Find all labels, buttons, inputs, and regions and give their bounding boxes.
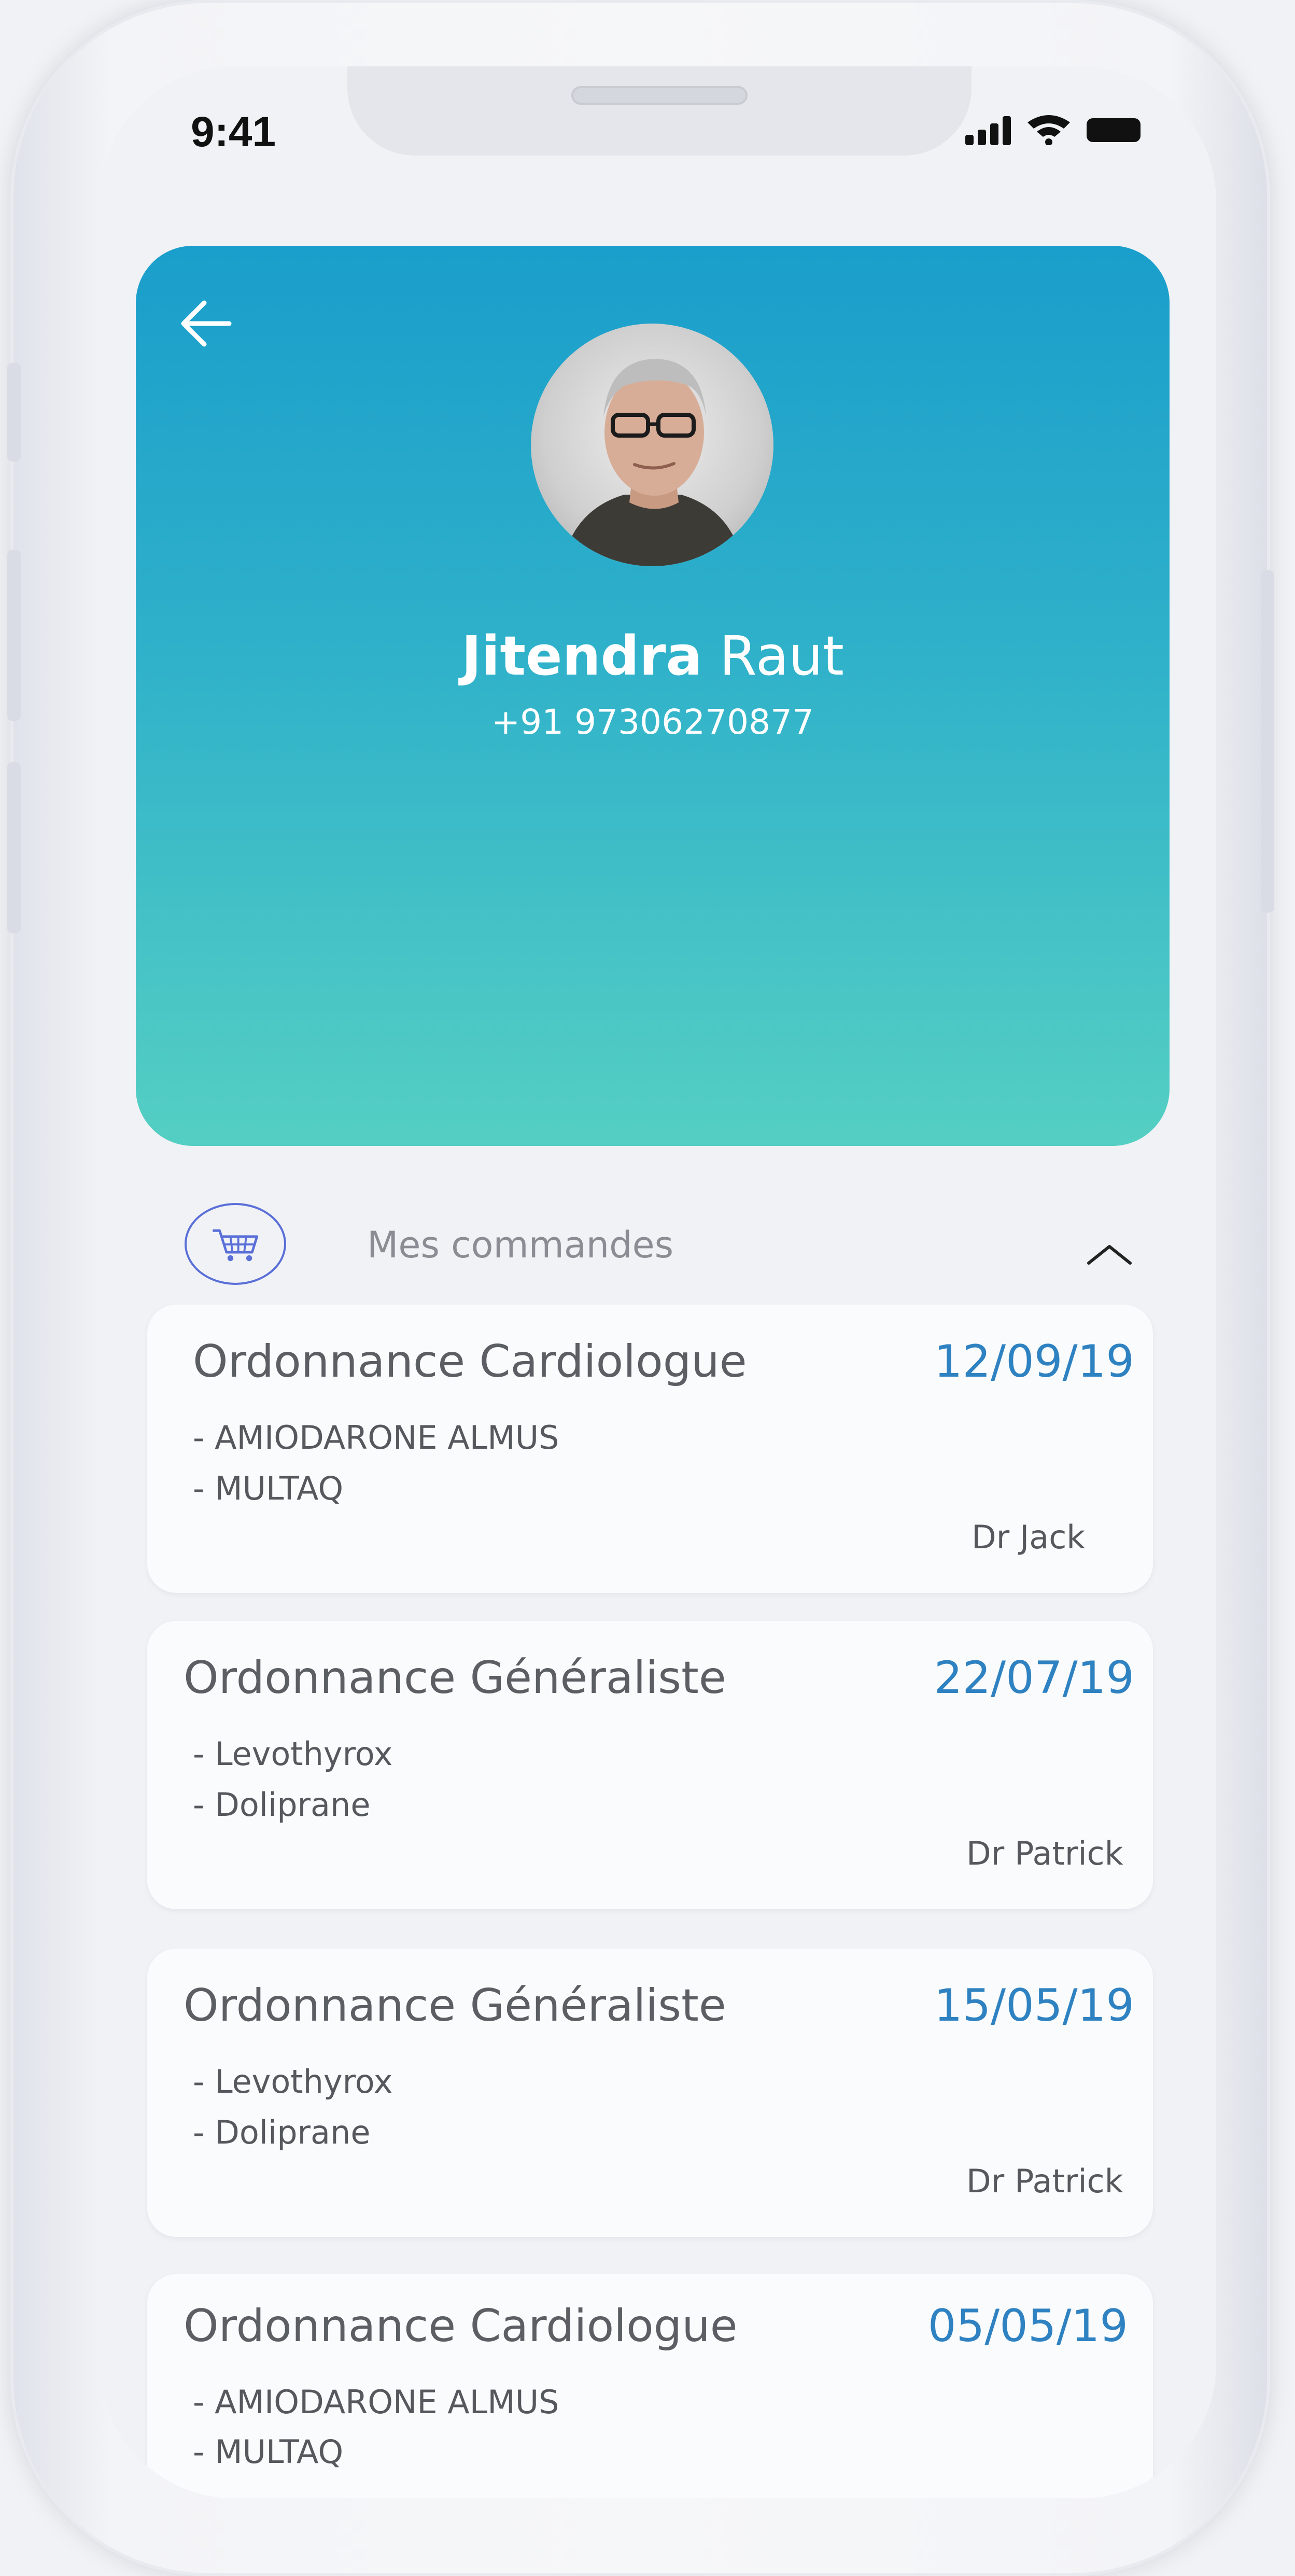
power-button xyxy=(1261,570,1274,913)
profile-name: Jitendra Raut xyxy=(136,624,1170,688)
wifi-icon xyxy=(1027,115,1070,145)
order-item: - AMIODARONE ALMUS xyxy=(193,1419,559,1457)
phone-frame: 9:41 Jitendra Raut +91 97306270877 Mes c… xyxy=(7,0,1274,2576)
order-item: - Doliprane xyxy=(193,1786,371,1824)
avatar xyxy=(531,324,773,566)
order-date: 15/05/19 xyxy=(934,1980,1134,2032)
order-card[interactable]: Ordonnance Généraliste 15/05/19 - Levoth… xyxy=(147,1949,1153,2237)
chevron-up-icon[interactable] xyxy=(1085,1238,1134,1269)
order-item: - AMIODARONE ALMUS xyxy=(193,2383,559,2421)
order-title: Ordonnance Cardiologue xyxy=(184,2300,738,2352)
order-title: Ordonnance Cardiologue xyxy=(193,1336,747,1388)
order-item: - MULTAQ xyxy=(193,2433,344,2471)
screen: 9:41 Jitendra Raut +91 97306270877 Mes c… xyxy=(100,66,1216,2498)
avatar-portrait xyxy=(562,359,743,566)
mute-switch xyxy=(7,363,21,461)
order-doctor: Dr Patrick xyxy=(966,2162,1123,2200)
order-date: 05/05/19 xyxy=(927,2300,1128,2352)
status-time: 9:41 xyxy=(191,108,276,156)
speaker-grill xyxy=(571,86,748,105)
order-card[interactable]: Ordonnance Cardiologue 05/05/19 - AMIODA… xyxy=(147,2274,1153,2498)
profile-phone: +91 97306270877 xyxy=(491,702,814,742)
order-item: - Doliprane xyxy=(193,2113,371,2151)
order-title: Ordonnance Généraliste xyxy=(184,1652,726,1704)
order-doctor: Dr Jack xyxy=(972,1518,1086,1556)
orders-section-header[interactable]: Mes commandes xyxy=(100,1181,1216,1285)
order-date: 22/07/19 xyxy=(934,1652,1134,1704)
order-card[interactable]: Ordonnance Généraliste 22/07/19 - Levoth… xyxy=(147,1621,1153,1909)
battery-icon xyxy=(1087,118,1141,142)
first-name: Jitendra xyxy=(461,624,702,688)
order-date: 12/09/19 xyxy=(934,1336,1134,1388)
order-doctor: Dr Patrick xyxy=(966,1835,1123,1872)
shopping-cart-icon xyxy=(213,1229,259,1262)
profile-header: Jitendra Raut +91 97306270877 xyxy=(136,246,1170,1146)
order-card[interactable]: Ordonnance Cardiologue 12/09/19 - AMIODA… xyxy=(147,1305,1153,1593)
notch xyxy=(347,66,972,156)
back-arrow-icon[interactable] xyxy=(177,298,234,349)
order-item: - MULTAQ xyxy=(193,1469,344,1507)
section-title: Mes commandes xyxy=(367,1224,674,1266)
cart-button[interactable] xyxy=(185,1203,286,1285)
cellular-signal-icon xyxy=(965,116,1011,145)
order-title: Ordonnance Généraliste xyxy=(184,1980,726,2032)
volume-up-button xyxy=(7,550,21,721)
last-name: Raut xyxy=(719,624,844,688)
volume-down-button xyxy=(7,762,21,933)
order-item: - Levothyrox xyxy=(193,1735,393,1773)
order-item: - Levothyrox xyxy=(193,2063,393,2101)
status-icons xyxy=(965,112,1141,145)
